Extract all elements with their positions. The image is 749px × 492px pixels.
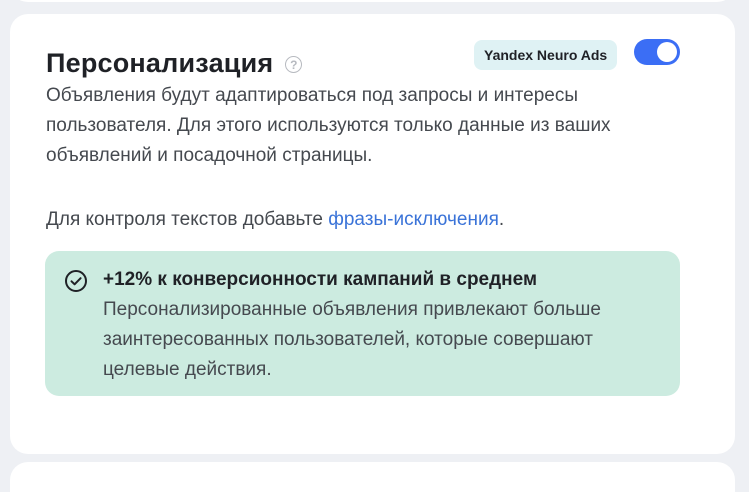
section-title: Персонализация <box>46 48 274 78</box>
hint-suffix: . <box>498 209 505 230</box>
hint-prefix: Для контроля текстов добавьте <box>46 209 329 230</box>
section-description: Объявления будут адаптироваться под запр… <box>46 85 611 166</box>
exclusion-phrases-hint: Для контроля текстов добавьте фразы-искл… <box>46 206 504 234</box>
next-card <box>10 462 735 492</box>
check-circle-icon <box>65 270 87 292</box>
neuro-ads-badge: Yandex Neuro Ads <box>474 40 618 70</box>
personalization-toggle[interactable] <box>634 39 680 65</box>
conversion-info-box: +12% к конверсионности кампаний в средне… <box>45 251 680 396</box>
exclusion-phrases-link[interactable]: фразы-исключения <box>328 209 499 230</box>
previous-card <box>10 0 735 2</box>
title-row: Персонализация ? <box>46 48 303 79</box>
question-circle-icon[interactable]: ? <box>285 56 303 73</box>
info-text: Персонализированные объявления привлекаю… <box>103 299 601 380</box>
toggle-knob <box>657 42 677 62</box>
info-title: +12% к конверсионности кампаний в средне… <box>103 269 538 290</box>
